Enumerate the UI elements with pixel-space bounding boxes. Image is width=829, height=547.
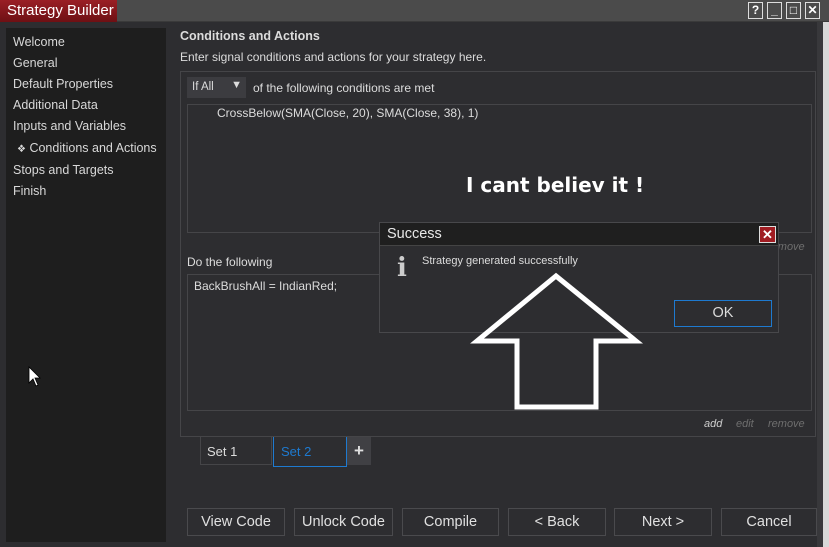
mouse-cursor-icon <box>28 366 41 387</box>
arrow-annotation <box>28 272 644 410</box>
up-arrow-icon <box>470 272 644 410</box>
